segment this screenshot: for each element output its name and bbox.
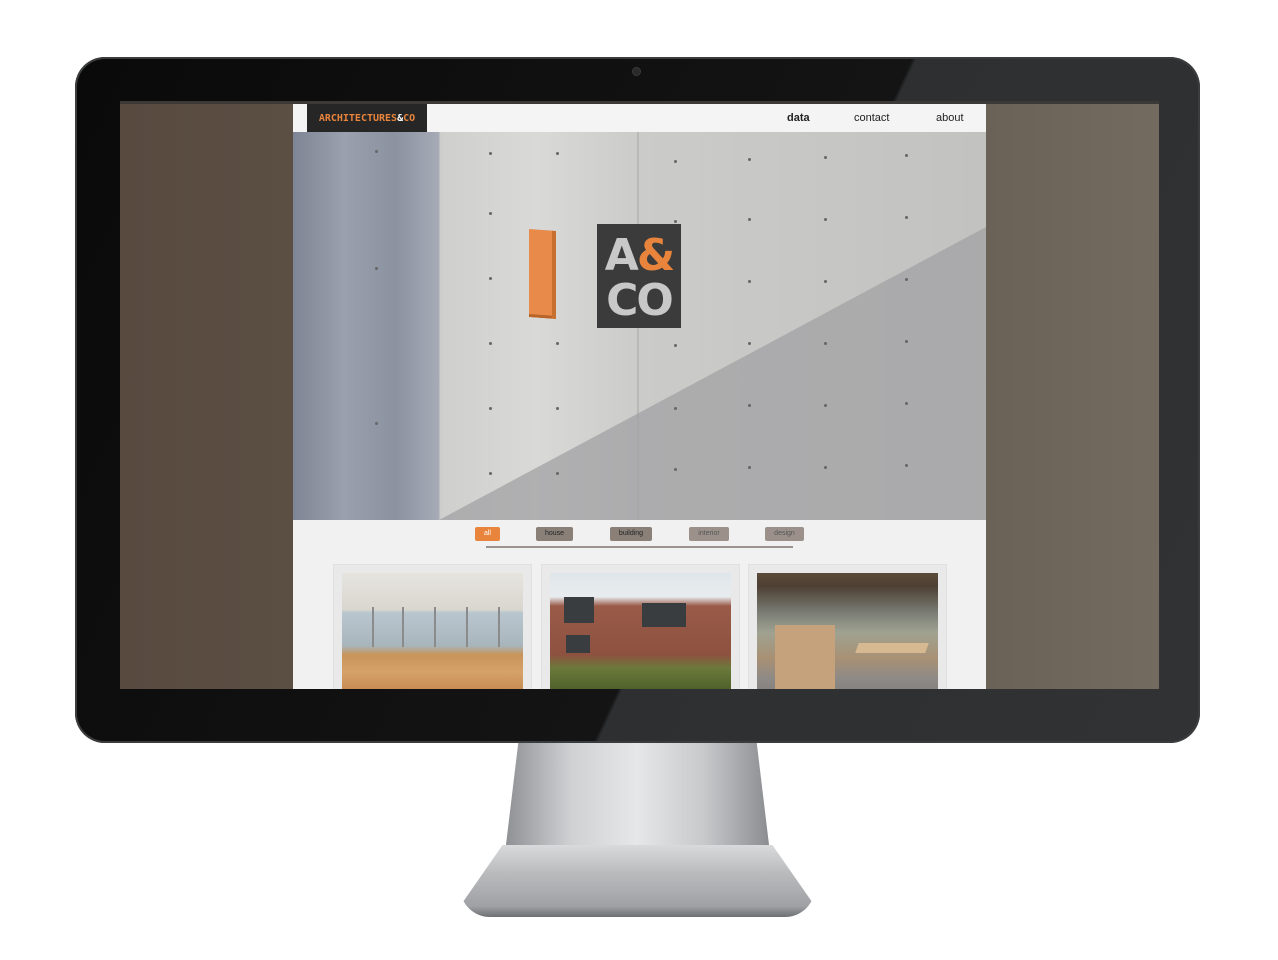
website: ARCHITECTURES & CO data contact about A& C… (293, 104, 986, 689)
filter-all-button[interactable]: all (475, 527, 500, 541)
project-card[interactable] (541, 564, 740, 689)
monitor-screen: ARCHITECTURES & CO data contact about A& C… (120, 101, 1159, 689)
filter-house-button[interactable]: house (536, 527, 573, 541)
filter-design-button[interactable]: design (765, 527, 804, 541)
project-thumbnail[interactable] (342, 573, 523, 689)
hero-image: A& CO (293, 132, 986, 520)
filter-building-button[interactable]: building (610, 527, 652, 541)
nav-link-about[interactable]: about (936, 112, 964, 124)
site-logo[interactable]: ARCHITECTURES & CO (307, 104, 427, 132)
project-card[interactable] (748, 564, 947, 689)
camera-icon (633, 68, 640, 75)
top-nav: ARCHITECTURES & CO data contact about (293, 104, 986, 132)
filter-interior-button[interactable]: interior (689, 527, 729, 541)
monitor-stand-neck (505, 743, 770, 853)
orange-window (529, 229, 556, 319)
nav-link-data[interactable]: data (787, 112, 810, 124)
monitor-stand-base (460, 845, 815, 917)
hero-logo-badge: A& CO (597, 224, 681, 328)
project-card[interactable] (333, 564, 532, 689)
category-filters: all house building interior design (293, 525, 986, 555)
project-thumbnail[interactable] (757, 573, 938, 689)
nav-link-contact[interactable]: contact (854, 112, 889, 124)
filter-divider (486, 546, 793, 548)
project-thumbnail[interactable] (550, 573, 731, 689)
